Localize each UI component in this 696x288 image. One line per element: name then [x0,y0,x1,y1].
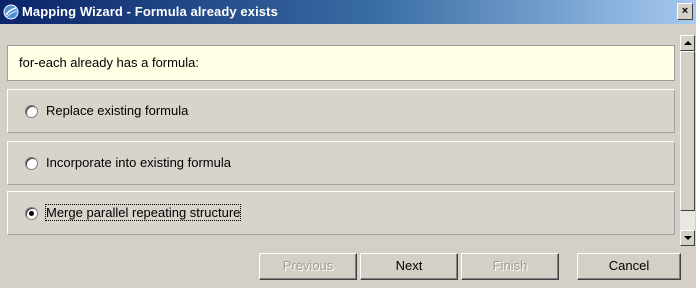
arrow-down-icon [684,236,692,240]
option-incorporate-into-existing-formula[interactable]: Incorporate into existing formula [7,141,675,185]
radio-incorporate[interactable] [25,157,38,170]
scroll-up-button[interactable] [680,35,695,51]
window-title: Mapping Wizard - Formula already exists [22,4,278,19]
message-box: for-each already has a formula: [7,45,675,81]
message-text: for-each already has a formula: [19,55,199,70]
next-button[interactable]: Next [360,253,458,280]
wizard-content: for-each already has a formula: Replace … [7,27,679,245]
finish-button[interactable]: Finish [461,253,559,280]
radio-merge[interactable] [25,207,38,220]
option-label[interactable]: Merge parallel repeating structure [44,204,242,221]
option-replace-existing-formula[interactable]: Replace existing formula [7,89,675,133]
option-merge-parallel-repeating-structure[interactable]: Merge parallel repeating structure [7,191,675,235]
radio-replace[interactable] [25,105,38,118]
globe-icon [3,4,19,20]
mapping-wizard-dialog: Mapping Wizard - Formula already exists … [0,0,696,288]
close-button[interactable]: × [677,3,693,20]
option-label[interactable]: Incorporate into existing formula [46,155,231,170]
option-label[interactable]: Replace existing formula [46,103,188,118]
previous-button[interactable]: Previous [259,253,357,280]
close-icon: × [681,5,689,17]
vertical-scrollbar[interactable] [680,35,695,246]
arrow-up-icon [684,41,692,45]
scroll-thumb[interactable] [680,51,695,211]
scroll-down-button[interactable] [680,230,695,246]
radio-selected-dot [29,211,34,216]
title-bar[interactable]: Mapping Wizard - Formula already exists … [0,0,696,24]
cancel-button[interactable]: Cancel [577,253,681,280]
